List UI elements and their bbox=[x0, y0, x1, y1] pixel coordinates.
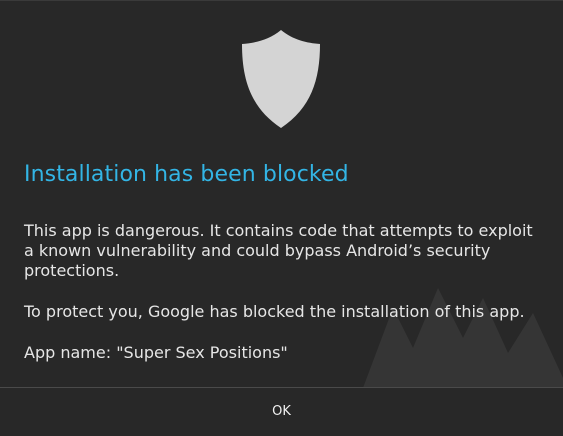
shield-icon bbox=[239, 28, 323, 130]
dialog-top-edge bbox=[0, 0, 563, 1]
background-watermark bbox=[363, 288, 563, 388]
blocked-install-dialog: Installation has been blocked This app i… bbox=[0, 0, 563, 436]
dialog-title: Installation has been blocked bbox=[24, 162, 349, 187]
ok-button[interactable]: OK bbox=[0, 388, 563, 436]
